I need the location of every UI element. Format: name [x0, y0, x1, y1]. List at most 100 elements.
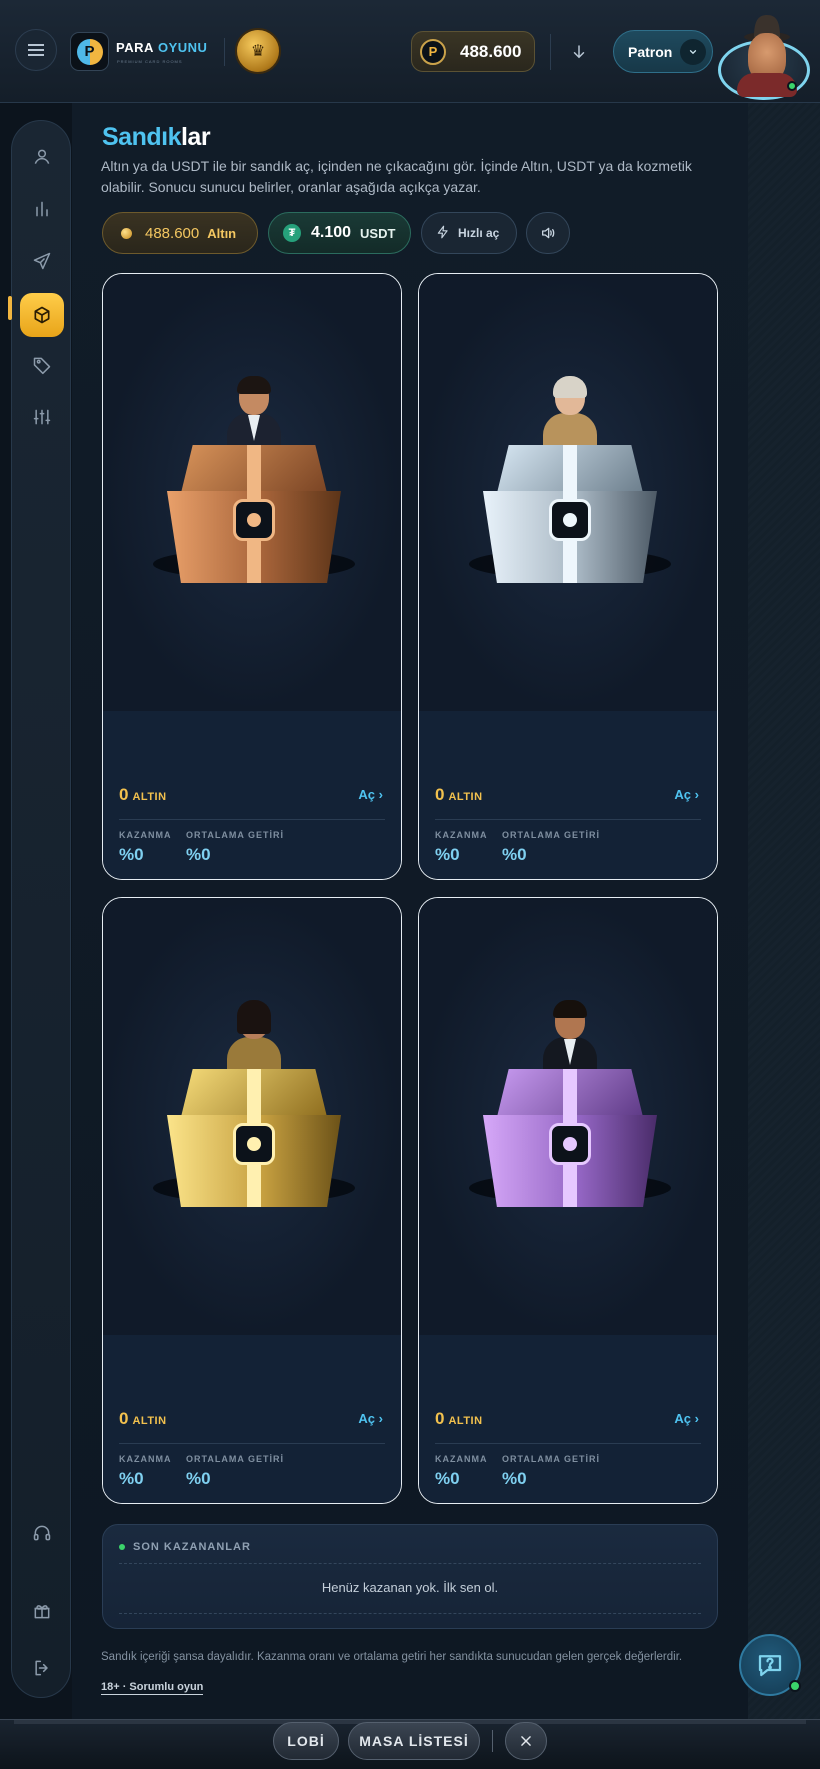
chevron-right-icon: ›: [378, 1411, 383, 1426]
menu-button[interactable]: [15, 29, 57, 71]
speaker-icon: [542, 227, 555, 239]
chest-silver-illustration: [469, 376, 671, 583]
usdt-balance-chip[interactable]: ₮ 4.100 USDT: [268, 212, 411, 254]
arrow-down-icon[interactable]: [561, 31, 597, 72]
avg-return-value: %0: [186, 845, 211, 864]
tether-icon: ₮: [283, 224, 301, 242]
user-menu-button[interactable]: Patron: [613, 30, 713, 73]
crown-coin-icon[interactable]: ♛: [235, 28, 281, 74]
win-rate-value: %0: [119, 845, 144, 864]
avg-return-label: ORTALAMA GETİRİ: [502, 830, 600, 840]
sidebar: [8, 120, 71, 1698]
fast-open-button[interactable]: Hızlı aç: [421, 212, 517, 254]
balance-display[interactable]: P 488.600: [411, 31, 535, 72]
chest-card-gold[interactable]: 0 ALTIN Aç › KAZANMA %0 ORTALAMA GETİRİ %…: [102, 897, 402, 1504]
online-status-dot: [789, 1680, 801, 1692]
brand-tagline: PREMIUM CARD ROOMS: [117, 59, 183, 64]
headset-icon: [33, 1525, 51, 1541]
user-name: Patron: [628, 43, 673, 60]
avg-return-label: ORTALAMA GETİRİ: [186, 830, 284, 840]
open-chest-link[interactable]: Aç ›: [358, 787, 383, 802]
win-rate-label: KAZANMA: [435, 830, 488, 840]
stats-icon: [36, 201, 48, 217]
chest-price: 0 ALTIN: [435, 1409, 483, 1428]
gold-balance-value: 488.600: [145, 224, 200, 242]
profile-icon: [34, 149, 50, 164]
active-indicator: [8, 296, 12, 320]
logout-icon: [35, 1660, 48, 1676]
chest-gold-illustration: [153, 1000, 355, 1207]
online-status-dot: [787, 81, 797, 91]
recent-winners-panel: SON KAZANANLAR Henüz kazanan yok. İlk se…: [102, 1524, 718, 1629]
chevron-right-icon: ›: [694, 1411, 699, 1426]
recent-winners-empty: Henüz kazanan yok. İlk sen ol.: [321, 1580, 499, 1595]
open-chest-link[interactable]: Aç ›: [358, 1411, 383, 1426]
gold-balance-chip[interactable]: 488.600 Altın: [102, 212, 258, 254]
sliders-icon: [33, 409, 51, 425]
send-icon: [33, 252, 51, 270]
top-bar: P PARA OYUNU PREMIUM CARD ROOMS ♛ P 488.…: [0, 0, 820, 103]
hamburger-icon: [28, 44, 44, 56]
tag-icon: [33, 357, 51, 375]
usdt-unit: USDT: [360, 225, 396, 241]
lightning-icon: [436, 224, 450, 243]
responsible-gaming-link[interactable]: 18+ · Sorumlu oyun: [101, 1681, 204, 1695]
balance-value: 488.600: [460, 41, 522, 61]
chest-card-purple[interactable]: 0 ALTIN Aç › KAZANMA %0 ORTALAMA GETİRİ %…: [418, 897, 718, 1504]
win-rate-label: KAZANMA: [435, 1454, 488, 1464]
avg-return-value: %0: [186, 1469, 211, 1488]
divider: [224, 38, 225, 66]
sidebar-item-send[interactable]: [22, 241, 62, 281]
chest-purple-illustration: [469, 1000, 671, 1207]
sidebar-item-gifts[interactable]: [22, 1591, 62, 1631]
side-strip: [748, 103, 820, 1719]
lobby-button[interactable]: LOBİ: [273, 1722, 339, 1760]
avg-return-value: %0: [502, 845, 527, 864]
gold-unit: Altın: [207, 225, 237, 241]
chat-help-icon: [758, 1655, 782, 1677]
app-logo[interactable]: P: [70, 32, 109, 71]
divider: [550, 34, 551, 70]
chest-price: 0 ALTIN: [119, 1409, 167, 1428]
win-rate-value: %0: [435, 1469, 460, 1488]
sidebar-item-logout[interactable]: [22, 1648, 62, 1688]
sidebar-item-chests[interactable]: [20, 293, 64, 337]
chest-stage: [103, 274, 401, 711]
close-button[interactable]: [505, 1722, 547, 1760]
sidebar-item-profile[interactable]: [22, 137, 62, 177]
avatar[interactable]: [718, 15, 810, 100]
avg-return-label: ORTALAMA GETİRİ: [502, 1454, 600, 1464]
sound-toggle-button[interactable]: [526, 212, 570, 254]
open-chest-link[interactable]: Aç ›: [674, 1411, 699, 1426]
open-chest-link[interactable]: Aç ›: [674, 787, 699, 802]
chest-card-silver[interactable]: 0 ALTIN Aç › KAZANMA %0 ORTALAMA GETİRİ %…: [418, 273, 718, 880]
chest-bronze-illustration: [153, 376, 355, 583]
sidebar-item-settings[interactable]: [22, 397, 62, 437]
recent-winners-title: SON KAZANANLAR: [119, 1541, 251, 1553]
coin-icon: P: [420, 38, 446, 65]
chevron-right-icon: ›: [378, 787, 383, 802]
win-rate-label: KAZANMA: [119, 830, 172, 840]
fast-open-label: Hızlı aç: [458, 226, 500, 240]
table-list-button[interactable]: MASA LİSTESİ: [348, 1722, 480, 1760]
sidebar-item-support[interactable]: [22, 1513, 62, 1553]
divider: [492, 1730, 493, 1752]
chest-icon: [34, 306, 50, 324]
live-dot-icon: [119, 1544, 125, 1550]
win-rate-value: %0: [435, 845, 460, 864]
avg-return-label: ORTALAMA GETİRİ: [186, 1454, 284, 1464]
chest-price: 0 ALTIN: [119, 785, 167, 804]
usdt-balance-value: 4.100: [311, 224, 352, 241]
sidebar-item-tags[interactable]: [22, 345, 62, 385]
support-chat-button[interactable]: [739, 1634, 801, 1696]
page-title: Sandıklar: [102, 123, 211, 151]
chevron-right-icon: ›: [694, 787, 699, 802]
close-icon: [521, 1736, 531, 1746]
page-description: Altın ya da USDT ile bir sandık aç, için…: [101, 158, 692, 195]
gift-icon: [34, 1605, 50, 1619]
chest-price: 0 ALTIN: [435, 785, 483, 804]
brand-name: PARA OYUNU: [116, 40, 208, 55]
chest-card-bronze[interactable]: 0 ALTIN Aç › KAZANMA %0 ORTALAMA GETİRİ %…: [102, 273, 402, 880]
chevron-down-icon: [680, 39, 706, 65]
sidebar-item-stats[interactable]: [22, 189, 62, 229]
